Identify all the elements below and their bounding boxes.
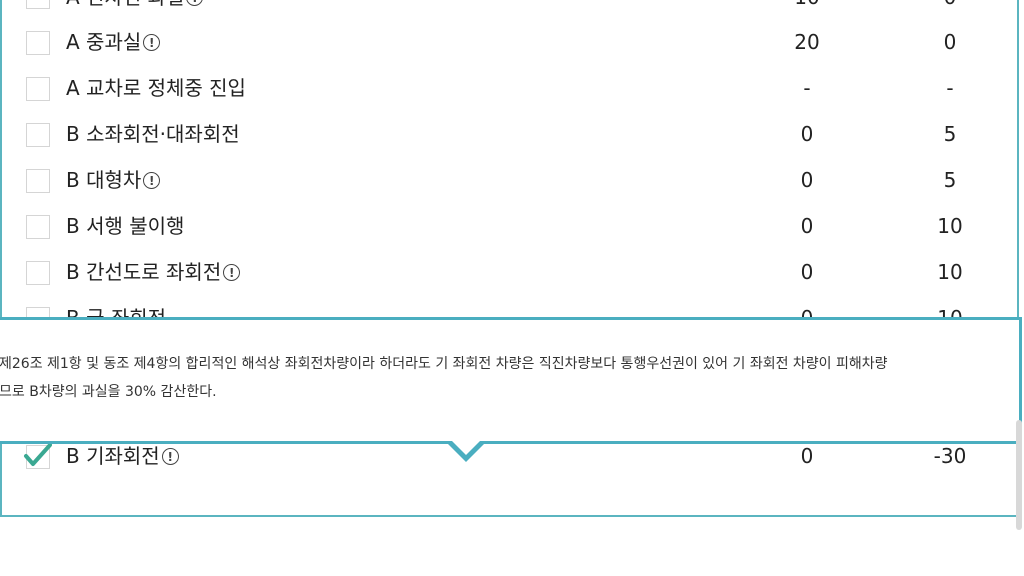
value-a: 0 [800, 444, 814, 468]
list-item[interactable]: B 대형차! 0 5 [2, 158, 1012, 204]
row-label: A 중과실! [66, 30, 161, 54]
scrollbar[interactable] [1016, 420, 1022, 530]
list-item[interactable]: A 전차선 과실! 10 0 [2, 0, 1012, 20]
value-b: -30 [933, 444, 967, 468]
value-a: 0 [800, 260, 814, 284]
value-a: 10 [777, 0, 837, 9]
list-item[interactable]: A 교차로 정체중 진입 - - [2, 66, 1012, 112]
row-label: A 교차로 정체중 진입 [66, 76, 246, 100]
tooltip-line: 제26조 제1항 및 동조 제4항의 합리적인 해석상 좌회전차량이라 하더라도… [0, 356, 888, 372]
value-a: 0 [800, 214, 814, 238]
value-b: 10 [937, 214, 963, 238]
info-icon[interactable]: ! [143, 34, 161, 51]
value-b: 5 [943, 168, 957, 192]
checkbox[interactable] [26, 123, 50, 147]
tooltip-line: 므로 B차량의 과실을 30% 감산한다. [0, 384, 217, 400]
checkbox[interactable] [26, 77, 50, 101]
value-a: - [803, 76, 811, 100]
row-label: B 간선도로 좌회전! [66, 260, 241, 284]
info-icon[interactable]: ! [161, 448, 179, 465]
checkbox[interactable] [26, 169, 50, 193]
value-b: 10 [937, 260, 963, 284]
value-b: 0 [920, 0, 980, 9]
list-item[interactable]: B 서행 불이행 0 10 [2, 204, 1012, 250]
value-b: 5 [943, 122, 957, 146]
checkbox[interactable] [26, 261, 50, 285]
checkbox[interactable] [26, 0, 50, 9]
row-label: B 소좌회전·대좌회전 [66, 122, 240, 146]
value-b: - [946, 76, 954, 100]
checkmark-icon [24, 443, 52, 466]
row-label: B 기좌회전! [66, 444, 179, 468]
checkbox[interactable] [26, 215, 50, 239]
value-a: 20 [794, 30, 820, 54]
info-icon[interactable]: ! [186, 0, 204, 6]
tooltip-pointer-inner [452, 441, 480, 455]
value-a: 0 [800, 168, 814, 192]
info-icon[interactable]: ! [223, 264, 241, 281]
row-label: B 대형차! [66, 168, 161, 192]
row-label: B 서행 불이행 [66, 214, 185, 238]
checkbox[interactable] [26, 31, 50, 55]
list-item[interactable]: B 간선도로 좌회전! 0 10 [2, 250, 1012, 296]
info-icon[interactable]: ! [143, 172, 161, 189]
value-b: 0 [943, 30, 957, 54]
list-item[interactable]: A 중과실! 20 0 [2, 20, 1012, 66]
row-label: A 전차선 과실! [66, 0, 204, 9]
value-a: 0 [800, 122, 814, 146]
tooltip-text: 제26조 제1항 및 동조 제4항의 합리적인 해석상 좌회전차량이라 하더라도… [0, 350, 1019, 406]
explanation-tooltip: 제26조 제1항 및 동조 제4항의 합리적인 해석상 좌회전차량이라 하더라도… [0, 317, 1022, 444]
list-item[interactable]: B 소좌회전·대좌회전 0 5 [2, 112, 1012, 158]
